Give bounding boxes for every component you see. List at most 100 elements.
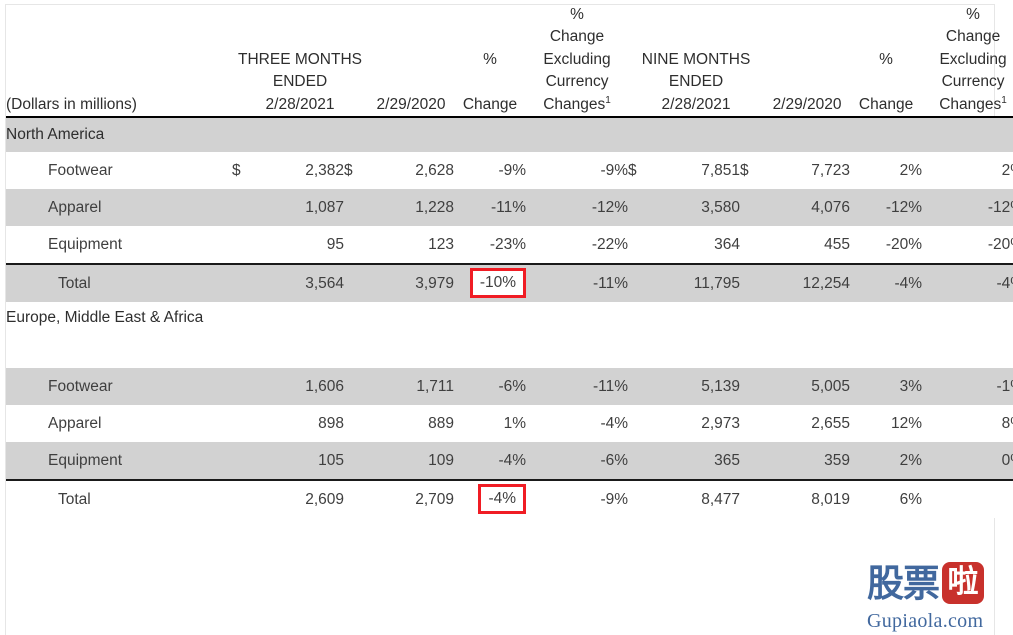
row-label: Footwear	[6, 152, 232, 190]
n-pct-change-ex-fx: 2%	[922, 152, 1013, 190]
n-prior-value: 5,005	[764, 368, 851, 406]
q-exfx-changes: Changes	[543, 95, 606, 113]
q-pct-change: -4%	[454, 442, 527, 481]
n-currency-symbol: $	[628, 152, 655, 190]
n-pct-change: 2%	[850, 442, 923, 481]
row-label: Total	[6, 479, 232, 519]
n-prior-currency-symbol	[740, 226, 765, 265]
nine-months-date-prior-text: 2/29/2020	[772, 95, 842, 113]
q-pct-change-ex-fx: -9%	[526, 479, 629, 519]
q-prior-value: 2,628	[368, 152, 455, 190]
q-currency-symbol	[232, 263, 258, 303]
q-currency-symbol: $	[232, 152, 258, 190]
nine-months-date-current: 2/28/2021	[661, 95, 731, 113]
n-prior-currency-symbol	[740, 368, 765, 406]
q-prior-currency-symbol	[344, 442, 369, 481]
q-pct-change-highlighted: -10%	[454, 263, 527, 303]
q-currency-symbol	[232, 479, 258, 519]
header-nine-months-date-prior: 2/29/2020	[764, 4, 851, 119]
n-prior-currency-symbol: $	[740, 152, 765, 190]
n-currency-symbol	[628, 479, 655, 519]
q-current-value: 2,382	[258, 152, 344, 190]
n-prior-value: 2,655	[764, 405, 851, 443]
q-exfx-symbol: %	[570, 6, 584, 23]
segment-revenue-table: (Dollars in millions) THREE MONTHS ENDED…	[6, 4, 1013, 519]
q-pct-symbol: %	[483, 50, 497, 68]
q-prior-currency-symbol	[344, 189, 369, 227]
n-prior-currency-symbol	[740, 479, 765, 519]
q-prior-value: 123	[368, 226, 455, 265]
highlight-box-na-total: -10%	[469, 268, 527, 299]
q-pct-change-ex-fx: -4%	[526, 405, 629, 443]
q-prior-value: 1,228	[368, 189, 455, 227]
q-current-value: 95	[258, 226, 344, 265]
n-pct-symbol: %	[879, 50, 893, 68]
header-q-pct-change-ex-fx: % Change Excluding Currency Changes1	[526, 4, 629, 119]
section-name-north-america: North America	[6, 117, 1013, 153]
n-prior-currency-symbol	[740, 405, 765, 443]
q-pct-change-highlighted: -4%	[454, 479, 527, 519]
q-pct-change: 1%	[454, 405, 527, 443]
n-current-value: 3,580	[654, 189, 741, 227]
n-pct-change-ex-fx: -1%	[922, 368, 1013, 406]
table-row-total: Total 3,564 3,979 -10% -11% 11,795 12,25…	[6, 263, 1013, 303]
n-pct-change-ex-fx: -4%	[922, 263, 1013, 303]
n-currency-symbol	[628, 368, 655, 406]
table-header: (Dollars in millions) THREE MONTHS ENDED…	[6, 4, 1013, 119]
section-heading-row: Europe, Middle East & Africa	[6, 302, 1013, 369]
row-label: Footwear	[6, 368, 232, 406]
n-prior-value: 4,076	[764, 189, 851, 227]
n-current-value: 11,795	[654, 263, 741, 303]
n-pct-change: -12%	[850, 189, 923, 227]
n-pct-change-ex-fx: 8%	[922, 405, 1013, 443]
q-currency-symbol	[232, 368, 258, 406]
header-n-pct-change-ex-fx: % Change Excluding Currency Changes1	[922, 4, 1013, 119]
q-prior-currency-symbol	[344, 226, 369, 265]
section-heading-row: North America	[6, 117, 1013, 153]
three-months-date-current: 2/28/2021	[265, 95, 335, 113]
n-current-value: 8,477	[654, 479, 741, 519]
n-currency-symbol	[628, 263, 655, 303]
three-months-date-prior-text: 2/29/2020	[376, 95, 446, 113]
table-row: Apparel 1,087 1,228 -11% -12% 3,580 4,07…	[6, 189, 1013, 227]
q-prior-currency-symbol	[344, 479, 369, 519]
q-pct-change-ex-fx: -9%	[526, 152, 629, 190]
q-prior-value: 1,711	[368, 368, 455, 406]
table-row: Footwear 1,606 1,711 -6% -11% 5,139 5,00…	[6, 368, 1013, 406]
q-exfx-excluding: Excluding	[543, 50, 611, 68]
n-exfx-footnote-marker: 1	[1001, 94, 1007, 106]
q-exfx-currency: Currency	[545, 73, 609, 91]
q-pct-change-text: Change	[462, 95, 518, 113]
row-label: Equipment	[6, 442, 232, 481]
n-prior-value: 455	[764, 226, 851, 265]
n-pct-change-ex-fx: -20%	[922, 226, 1013, 265]
q-pct-change-ex-fx: -22%	[526, 226, 629, 265]
n-pct-change: -4%	[850, 263, 923, 303]
page-root: (Dollars in millions) THREE MONTHS ENDED…	[0, 0, 1013, 635]
nine-months-line2: ENDED	[668, 73, 724, 91]
n-exfx-changes: Changes	[939, 95, 1002, 113]
n-currency-symbol	[628, 442, 655, 481]
q-pct-change-ex-fx: -12%	[526, 189, 629, 227]
n-currency-symbol	[628, 226, 655, 265]
header-three-months-ended: THREE MONTHS ENDED 2/28/2021	[232, 4, 369, 119]
n-exfx-symbol: %	[966, 6, 980, 23]
q-prior-value: 889	[368, 405, 455, 443]
q-currency-symbol	[232, 442, 258, 481]
q-pct-change-ex-fx: -6%	[526, 442, 629, 481]
header-three-months-date-prior: 2/29/2020	[368, 4, 455, 119]
q-current-value: 105	[258, 442, 344, 481]
q-prior-value: 2,709	[368, 479, 455, 519]
table-row: Equipment 105 109 -4% -6% 365 359 2% 0%	[6, 442, 1013, 481]
n-pct-change: 3%	[850, 368, 923, 406]
n-pct-change: 12%	[850, 405, 923, 443]
highlight-box-emea-total: -4%	[478, 484, 527, 515]
q-currency-symbol	[232, 405, 258, 443]
q-current-value: 1,087	[258, 189, 344, 227]
q-pct-change-ex-fx: -11%	[526, 368, 629, 406]
n-current-value: 7,851	[654, 152, 741, 190]
n-current-value: 365	[654, 442, 741, 481]
three-months-line1: THREE MONTHS	[238, 50, 362, 68]
n-pct-change: 6%	[850, 479, 923, 519]
n-pct-change-ex-fx: 0%	[922, 442, 1013, 481]
